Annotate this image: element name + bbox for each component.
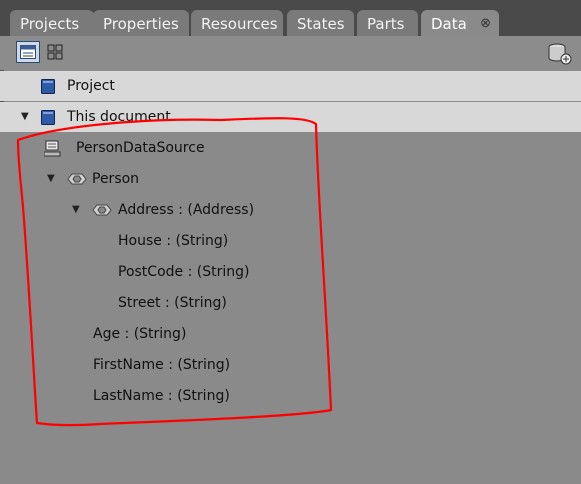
tree-item-firstname[interactable]: FirstName : (String): [0, 350, 581, 380]
expand-arrow-icon[interactable]: ▼: [21, 102, 29, 132]
tab-states[interactable]: States: [287, 10, 354, 36]
tree-item-age[interactable]: Age : (String): [0, 319, 581, 349]
data-source-icon: [44, 140, 61, 157]
tree-item-label: This document: [67, 109, 171, 125]
list-view-icon: [20, 45, 36, 59]
tree-item-postcode[interactable]: PostCode : (String): [0, 257, 581, 287]
document-icon: [41, 110, 55, 125]
data-toolbar: [0, 36, 581, 70]
tab-data-label: Data: [431, 15, 467, 33]
tree-item-label: LastName : (String): [93, 388, 230, 404]
tab-bar: Projects Properties Resources States Par…: [0, 0, 581, 36]
tab-projects-label: Projects: [20, 15, 80, 33]
tree-item-label: Address : (Address): [118, 202, 255, 218]
tab-projects[interactable]: Projects: [10, 10, 94, 36]
tree-item-this-document[interactable]: ▼ This document: [0, 102, 581, 132]
tab-data[interactable]: Data ⊗: [421, 10, 499, 36]
close-tab-icon[interactable]: ⊗: [480, 10, 491, 38]
expand-arrow-icon[interactable]: ▼: [47, 164, 55, 194]
tree-item-address[interactable]: ▼ Address : (Address): [0, 195, 581, 225]
tab-states-label: States: [297, 15, 345, 33]
tree-item-street[interactable]: Street : (String): [0, 288, 581, 318]
tab-properties-label: Properties: [103, 15, 179, 33]
tree-item-label: Project: [67, 78, 115, 94]
complex-property-icon: [67, 173, 87, 185]
tree-item-house[interactable]: House : (String): [0, 226, 581, 256]
tab-resources[interactable]: Resources: [191, 10, 283, 36]
tab-parts-label: Parts: [367, 15, 405, 33]
tab-parts[interactable]: Parts: [357, 10, 418, 36]
tree-item-label: House : (String): [118, 233, 229, 249]
tree-item-person[interactable]: ▼ Person: [0, 164, 581, 194]
tree-view-button[interactable]: [44, 41, 68, 63]
tree-item-label: PostCode : (String): [118, 264, 250, 280]
tree-item-label: FirstName : (String): [93, 357, 231, 373]
document-icon: [41, 79, 55, 94]
tree-item-label: Person: [92, 171, 140, 187]
database-add-icon[interactable]: [547, 42, 573, 66]
list-view-button[interactable]: [16, 41, 40, 63]
tree-item-project[interactable]: Project: [0, 71, 581, 101]
tree-item-label: Street : (String): [118, 295, 227, 311]
tab-resources-label: Resources: [201, 15, 278, 33]
tree-item-lastname[interactable]: LastName : (String): [0, 381, 581, 411]
tree-view-icon: [47, 44, 63, 60]
complex-property-icon: [92, 204, 112, 216]
tree-item-data-source[interactable]: PersonDataSource: [0, 133, 581, 163]
expand-arrow-icon[interactable]: ▼: [72, 195, 80, 225]
tree-item-label: Age : (String): [93, 326, 187, 342]
tab-properties[interactable]: Properties: [93, 10, 189, 36]
tree-item-label: PersonDataSource: [76, 140, 205, 156]
